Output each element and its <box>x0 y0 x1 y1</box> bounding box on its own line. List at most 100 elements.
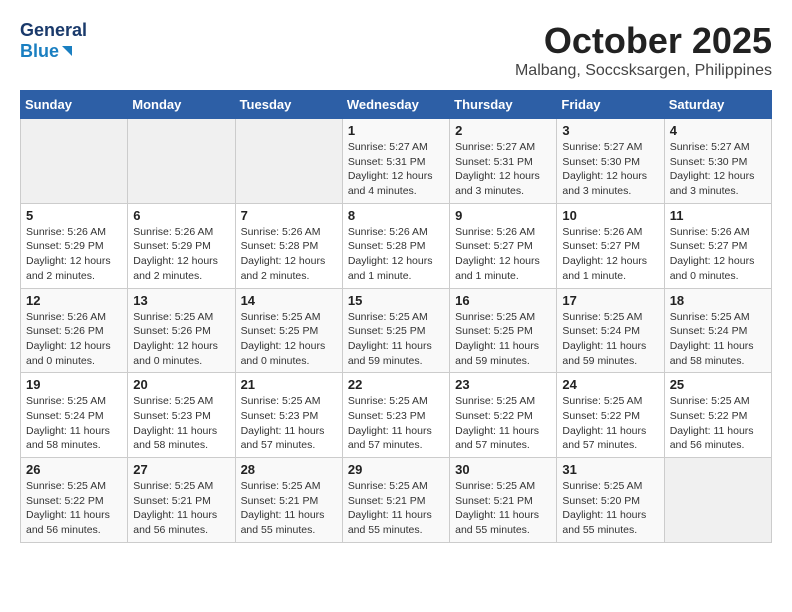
calendar-cell: 18Sunrise: 5:25 AM Sunset: 5:24 PM Dayli… <box>664 288 771 373</box>
day-number: 28 <box>241 462 337 477</box>
calendar-cell: 14 Sunrise: 5:25 AM Sunset: 5:25 PM Dayli… <box>235 288 342 373</box>
month-title: October 2025 <box>515 20 772 62</box>
day-number: 5 <box>26 208 122 223</box>
calendar-cell: 13Sunrise: 5:25 AM Sunset: 5:26 PM Dayli… <box>128 288 235 373</box>
day-number: 24 <box>562 377 658 392</box>
weekday-header-tuesday: Tuesday <box>235 91 342 119</box>
calendar-week-5: 26 Sunrise: 5:25 AM Sunset: 5:22 PM Dayli… <box>21 458 772 543</box>
location-subtitle: Malbang, Soccsksargen, Philippines <box>515 62 772 80</box>
day-info: Sunrise: 5:25 AM Sunset: 5:23 PM Dayligh… <box>133 394 229 453</box>
day-number: 27 <box>133 462 229 477</box>
calendar-cell: 22Sunrise: 5:25 AM Sunset: 5:23 PM Dayli… <box>342 373 449 458</box>
day-info: Sunrise: 5:25 AM Sunset: 5:23 PM Dayligh… <box>241 394 337 453</box>
day-number: 9 <box>455 208 551 223</box>
day-number: 21 <box>241 377 337 392</box>
calendar-cell: 21 Sunrise: 5:25 AM Sunset: 5:23 PM Dayli… <box>235 373 342 458</box>
calendar-cell: 10 Sunrise: 5:26 AM Sunset: 5:27 PM Dayli… <box>557 203 664 288</box>
day-info: Sunrise: 5:27 AM Sunset: 5:31 PM Dayligh… <box>455 140 551 199</box>
day-info: Sunrise: 5:25 AM Sunset: 5:25 PM Dayligh… <box>348 310 444 369</box>
calendar-cell <box>664 458 771 543</box>
calendar-cell: 15 Sunrise: 5:25 AM Sunset: 5:25 PM Dayli… <box>342 288 449 373</box>
calendar-cell: 3 Sunrise: 5:27 AM Sunset: 5:30 PM Daylig… <box>557 119 664 204</box>
calendar-cell: 27 Sunrise: 5:25 AM Sunset: 5:21 PM Dayli… <box>128 458 235 543</box>
day-info: Sunrise: 5:25 AM Sunset: 5:21 PM Dayligh… <box>455 479 551 538</box>
calendar-cell: 2 Sunrise: 5:27 AM Sunset: 5:31 PM Daylig… <box>450 119 557 204</box>
day-number: 6 <box>133 208 229 223</box>
day-number: 15 <box>348 293 444 308</box>
day-info: Sunrise: 5:26 AM Sunset: 5:29 PM Dayligh… <box>26 225 122 284</box>
day-info: Sunrise: 5:26 AM Sunset: 5:29 PM Dayligh… <box>133 225 229 284</box>
day-number: 2 <box>455 123 551 138</box>
calendar-table: SundayMondayTuesdayWednesdayThursdayFrid… <box>20 90 772 543</box>
day-info: Sunrise: 5:26 AM Sunset: 5:27 PM Dayligh… <box>455 225 551 284</box>
day-info: Sunrise: 5:25 AM Sunset: 5:22 PM Dayligh… <box>455 394 551 453</box>
weekday-header-sunday: Sunday <box>21 91 128 119</box>
calendar-cell: 28 Sunrise: 5:25 AM Sunset: 5:21 PM Dayli… <box>235 458 342 543</box>
calendar-cell: 23 Sunrise: 5:25 AM Sunset: 5:22 PM Dayli… <box>450 373 557 458</box>
day-info: Sunrise: 5:26 AM Sunset: 5:27 PM Dayligh… <box>562 225 658 284</box>
weekday-header-friday: Friday <box>557 91 664 119</box>
day-number: 14 <box>241 293 337 308</box>
day-info: Sunrise: 5:25 AM Sunset: 5:22 PM Dayligh… <box>26 479 122 538</box>
day-number: 4 <box>670 123 766 138</box>
day-info: Sunrise: 5:27 AM Sunset: 5:30 PM Dayligh… <box>670 140 766 199</box>
day-number: 25 <box>670 377 766 392</box>
day-info: Sunrise: 5:25 AM Sunset: 5:23 PM Dayligh… <box>348 394 444 453</box>
weekday-header-row: SundayMondayTuesdayWednesdayThursdayFrid… <box>21 91 772 119</box>
day-info: Sunrise: 5:26 AM Sunset: 5:28 PM Dayligh… <box>241 225 337 284</box>
calendar-cell: 19Sunrise: 5:25 AM Sunset: 5:24 PM Dayli… <box>21 373 128 458</box>
day-number: 17 <box>562 293 658 308</box>
calendar-cell <box>21 119 128 204</box>
calendar-cell: 29 Sunrise: 5:25 AM Sunset: 5:21 PM Dayli… <box>342 458 449 543</box>
calendar-cell: 1 Sunrise: 5:27 AM Sunset: 5:31 PM Daylig… <box>342 119 449 204</box>
calendar-cell: 12 Sunrise: 5:26 AM Sunset: 5:26 PM Dayli… <box>21 288 128 373</box>
day-number: 23 <box>455 377 551 392</box>
day-number: 12 <box>26 293 122 308</box>
day-info: Sunrise: 5:25 AM Sunset: 5:25 PM Dayligh… <box>241 310 337 369</box>
calendar-cell: 26 Sunrise: 5:25 AM Sunset: 5:22 PM Dayli… <box>21 458 128 543</box>
day-number: 20 <box>133 377 229 392</box>
calendar-cell: 11Sunrise: 5:26 AM Sunset: 5:27 PM Dayli… <box>664 203 771 288</box>
calendar-week-1: 1 Sunrise: 5:27 AM Sunset: 5:31 PM Daylig… <box>21 119 772 204</box>
day-number: 8 <box>348 208 444 223</box>
calendar-week-2: 5 Sunrise: 5:26 AM Sunset: 5:29 PM Daylig… <box>21 203 772 288</box>
day-info: Sunrise: 5:25 AM Sunset: 5:24 PM Dayligh… <box>670 310 766 369</box>
calendar-cell: 24 Sunrise: 5:25 AM Sunset: 5:22 PM Dayli… <box>557 373 664 458</box>
day-info: Sunrise: 5:25 AM Sunset: 5:21 PM Dayligh… <box>241 479 337 538</box>
calendar-cell: 16Sunrise: 5:25 AM Sunset: 5:25 PM Dayli… <box>450 288 557 373</box>
calendar-week-3: 12 Sunrise: 5:26 AM Sunset: 5:26 PM Dayli… <box>21 288 772 373</box>
calendar-cell: 20 Sunrise: 5:25 AM Sunset: 5:23 PM Dayli… <box>128 373 235 458</box>
calendar-cell: 5 Sunrise: 5:26 AM Sunset: 5:29 PM Daylig… <box>21 203 128 288</box>
day-number: 3 <box>562 123 658 138</box>
calendar-cell: 30 Sunrise: 5:25 AM Sunset: 5:21 PM Dayli… <box>450 458 557 543</box>
weekday-header-monday: Monday <box>128 91 235 119</box>
day-number: 29 <box>348 462 444 477</box>
calendar-cell: 9 Sunrise: 5:26 AM Sunset: 5:27 PM Daylig… <box>450 203 557 288</box>
day-info: Sunrise: 5:25 AM Sunset: 5:22 PM Dayligh… <box>562 394 658 453</box>
day-info: Sunrise: 5:27 AM Sunset: 5:31 PM Dayligh… <box>348 140 444 199</box>
title-block: October 2025 Malbang, Soccsksargen, Phil… <box>515 20 772 80</box>
day-info: Sunrise: 5:26 AM Sunset: 5:27 PM Dayligh… <box>670 225 766 284</box>
calendar-cell: 6 Sunrise: 5:26 AM Sunset: 5:29 PM Daylig… <box>128 203 235 288</box>
calendar-cell: 25 Sunrise: 5:25 AM Sunset: 5:22 PM Dayli… <box>664 373 771 458</box>
logo: General Blue <box>20 20 80 62</box>
day-info: Sunrise: 5:25 AM Sunset: 5:24 PM Dayligh… <box>562 310 658 369</box>
day-number: 1 <box>348 123 444 138</box>
day-info: Sunrise: 5:27 AM Sunset: 5:30 PM Dayligh… <box>562 140 658 199</box>
day-number: 30 <box>455 462 551 477</box>
calendar-cell: 7Sunrise: 5:26 AM Sunset: 5:28 PM Daylig… <box>235 203 342 288</box>
calendar-cell: 4 Sunrise: 5:27 AM Sunset: 5:30 PM Daylig… <box>664 119 771 204</box>
day-number: 10 <box>562 208 658 223</box>
calendar-cell: 8 Sunrise: 5:26 AM Sunset: 5:28 PM Daylig… <box>342 203 449 288</box>
day-info: Sunrise: 5:26 AM Sunset: 5:28 PM Dayligh… <box>348 225 444 284</box>
page-header: General Blue October 2025 Malbang, Soccs… <box>20 20 772 80</box>
day-number: 13 <box>133 293 229 308</box>
day-info: Sunrise: 5:25 AM Sunset: 5:21 PM Dayligh… <box>348 479 444 538</box>
day-number: 26 <box>26 462 122 477</box>
calendar-cell: 17 Sunrise: 5:25 AM Sunset: 5:24 PM Dayli… <box>557 288 664 373</box>
day-info: Sunrise: 5:25 AM Sunset: 5:21 PM Dayligh… <box>133 479 229 538</box>
calendar-cell <box>235 119 342 204</box>
day-info: Sunrise: 5:26 AM Sunset: 5:26 PM Dayligh… <box>26 310 122 369</box>
day-info: Sunrise: 5:25 AM Sunset: 5:22 PM Dayligh… <box>670 394 766 453</box>
day-number: 31 <box>562 462 658 477</box>
